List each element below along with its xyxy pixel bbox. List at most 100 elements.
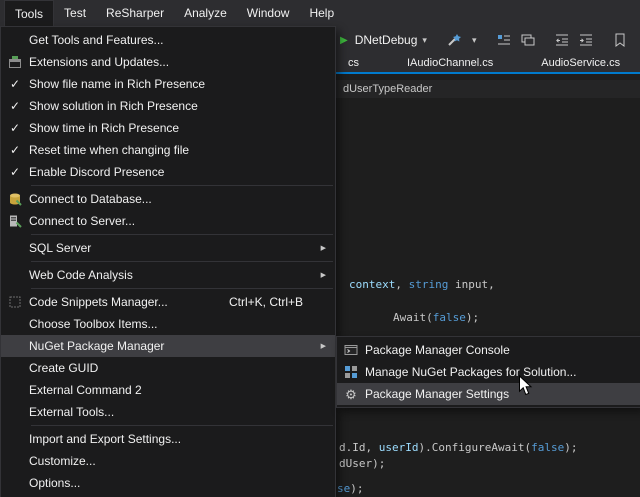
tab-label: AudioService.cs bbox=[541, 57, 620, 69]
code-token: Await( bbox=[393, 311, 433, 324]
tab-label: cs bbox=[348, 57, 359, 69]
menu-item-show-solution-in-rich-presence[interactable]: ✓Show solution in Rich Presence bbox=[1, 95, 335, 117]
menubar-item-analyze[interactable]: Analyze bbox=[174, 0, 237, 26]
nuget-submenu: Package Manager Console Manage NuGet Pack… bbox=[336, 336, 640, 408]
menu-item-label: Get Tools and Features... bbox=[29, 33, 164, 47]
menu-item-create-guid[interactable]: Create GUID bbox=[1, 357, 335, 379]
server-connect-icon bbox=[1, 214, 29, 228]
decrease-indent-icon[interactable] bbox=[554, 32, 570, 48]
menu-item-nuget-package-manager[interactable]: NuGet Package Manager ▶ bbox=[1, 335, 335, 357]
code-token: false bbox=[531, 441, 564, 454]
checkmark-icon: ✓ bbox=[1, 77, 29, 91]
menu-separator bbox=[31, 425, 333, 426]
tools-menu: Get Tools and Features... Extensions and … bbox=[0, 26, 336, 497]
member-list-icon[interactable] bbox=[496, 32, 512, 48]
code-token: se bbox=[337, 482, 350, 495]
dropdown-caret-icon[interactable]: ▾ bbox=[472, 35, 477, 46]
menu-item-get-tools-and-features[interactable]: Get Tools and Features... bbox=[1, 29, 335, 51]
menu-item-label: Choose Toolbox Items... bbox=[29, 317, 158, 331]
submenu-item-package-manager-settings[interactable]: ⚙Package Manager Settings bbox=[337, 383, 640, 405]
menu-item-enable-discord-presence[interactable]: ✓Enable Discord Presence bbox=[1, 161, 335, 183]
tab-label: IAudioChannel.cs bbox=[407, 57, 493, 69]
code-token: input, bbox=[448, 278, 494, 291]
search-wand-icon[interactable] bbox=[447, 32, 463, 48]
code-token: dUser); bbox=[339, 457, 385, 470]
toolbar-icon-group: ▾ bbox=[443, 32, 640, 48]
menu-item-label: External Tools... bbox=[29, 405, 114, 419]
menu-item-choose-toolbox-items[interactable]: Choose Toolbox Items... bbox=[1, 313, 335, 335]
code-token: ); bbox=[350, 482, 363, 495]
console-icon bbox=[337, 343, 365, 357]
code-line: d.Id, userId).ConfigureAwait(false); bbox=[339, 441, 577, 454]
menu-item-label: Show file name in Rich Presence bbox=[29, 77, 205, 91]
code-token: context bbox=[349, 278, 395, 291]
debug-target-label[interactable]: DNetDebug bbox=[355, 33, 418, 47]
increase-indent-icon[interactable] bbox=[578, 32, 594, 48]
menu-separator bbox=[31, 185, 333, 186]
menu-item-label: Reset time when changing file bbox=[29, 143, 189, 157]
menu-item-web-code-analysis[interactable]: Web Code Analysis▶ bbox=[1, 264, 335, 286]
menu-separator bbox=[31, 261, 333, 262]
code-token: string bbox=[409, 278, 449, 291]
submenu-item-package-manager-console[interactable]: Package Manager Console bbox=[337, 339, 640, 361]
menu-item-label: Package Manager Console bbox=[365, 343, 510, 357]
tab-iaudiochannel-cs[interactable]: IAudioChannel.cs bbox=[395, 54, 505, 72]
menu-item-external-command-2[interactable]: External Command 2 bbox=[1, 379, 335, 401]
tab-audioservice-cs[interactable]: AudioService.cs bbox=[529, 54, 632, 72]
menu-item-code-snippets-manager[interactable]: Code Snippets Manager...Ctrl+K, Ctrl+B bbox=[1, 291, 335, 313]
submenu-item-manage-nuget-packages-for-solution[interactable]: Manage NuGet Packages for Solution... bbox=[337, 361, 640, 383]
menu-item-connect-to-database[interactable]: Connect to Database... bbox=[1, 188, 335, 210]
menu-item-label: Package Manager Settings bbox=[365, 387, 509, 401]
code-token: ); bbox=[564, 441, 577, 454]
menu-item-label: Extensions and Updates... bbox=[29, 55, 169, 69]
code-token: ); bbox=[466, 311, 479, 324]
menu-item-shortcut: Ctrl+K, Ctrl+B bbox=[229, 295, 303, 309]
code-line: dUser); bbox=[339, 457, 385, 470]
menu-item-external-tools[interactable]: External Tools... bbox=[1, 401, 335, 423]
menubar-item-resharper[interactable]: ReSharper bbox=[96, 0, 174, 26]
menubar-item-help[interactable]: Help bbox=[299, 0, 344, 26]
code-line: se); bbox=[337, 482, 364, 495]
mouse-cursor bbox=[518, 375, 533, 397]
menu-item-extensions-and-updates[interactable]: Extensions and Updates... bbox=[1, 51, 335, 73]
debug-target-caret-icon[interactable]: ▾ bbox=[422, 35, 427, 46]
vs-window: ToolsTestReSharperAnalyzeWindowHelp ▶ DN… bbox=[0, 0, 640, 497]
menu-bar: ToolsTestReSharperAnalyzeWindowHelp bbox=[0, 0, 640, 26]
extensions-icon bbox=[1, 55, 29, 69]
menu-item-show-file-name-in-rich-presence[interactable]: ✓Show file name in Rich Presence bbox=[1, 73, 335, 95]
menu-item-show-time-in-rich-presence[interactable]: ✓Show time in Rich Presence bbox=[1, 117, 335, 139]
submenu-arrow-icon: ▶ bbox=[321, 271, 326, 279]
menu-item-sql-server[interactable]: SQL Server▶ bbox=[1, 237, 335, 259]
menu-item-label: SQL Server bbox=[29, 241, 91, 255]
menu-item-label: Show solution in Rich Presence bbox=[29, 99, 198, 113]
menu-item-options[interactable]: Options... bbox=[1, 472, 335, 494]
menubar-item-test[interactable]: Test bbox=[54, 0, 96, 26]
code-line: context, string input, bbox=[349, 278, 495, 291]
checkmark-icon: ✓ bbox=[1, 121, 29, 135]
menubar-item-tools[interactable]: Tools bbox=[4, 0, 54, 26]
menu-item-customize[interactable]: Customize... bbox=[1, 450, 335, 472]
menu-item-reset-time-when-changing-file[interactable]: ✓Reset time when changing file bbox=[1, 139, 335, 161]
menu-item-label: Create GUID bbox=[29, 361, 98, 375]
checkmark-icon: ✓ bbox=[1, 99, 29, 113]
code-token: userId bbox=[379, 441, 419, 454]
menu-item-label: Import and Export Settings... bbox=[29, 432, 181, 446]
start-debug-icon[interactable]: ▶ bbox=[340, 35, 348, 46]
menu-separator bbox=[31, 288, 333, 289]
database-connect-icon bbox=[1, 192, 29, 206]
menu-item-label: NuGet Package Manager bbox=[29, 339, 164, 353]
menu-item-label: Enable Discord Presence bbox=[29, 165, 164, 179]
parameter-info-icon[interactable] bbox=[520, 32, 536, 48]
tab-cs[interactable]: cs bbox=[336, 54, 371, 72]
menu-item-label: Show time in Rich Presence bbox=[29, 121, 179, 135]
code-line: Await(false); bbox=[393, 311, 479, 324]
menubar-item-window[interactable]: Window bbox=[237, 0, 300, 26]
menu-item-import-and-export-settings[interactable]: Import and Export Settings... bbox=[1, 428, 335, 450]
menu-item-connect-to-server[interactable]: Connect to Server... bbox=[1, 210, 335, 232]
navigation-bar-type[interactable]: dUserTypeReader bbox=[343, 83, 432, 95]
menu-item-label: Connect to Database... bbox=[29, 192, 152, 206]
toggle-bookmark-icon[interactable] bbox=[612, 32, 628, 48]
submenu-arrow-icon: ▶ bbox=[321, 342, 326, 350]
code-token: ).ConfigureAwait( bbox=[419, 441, 532, 454]
menu-item-label: Customize... bbox=[29, 454, 96, 468]
